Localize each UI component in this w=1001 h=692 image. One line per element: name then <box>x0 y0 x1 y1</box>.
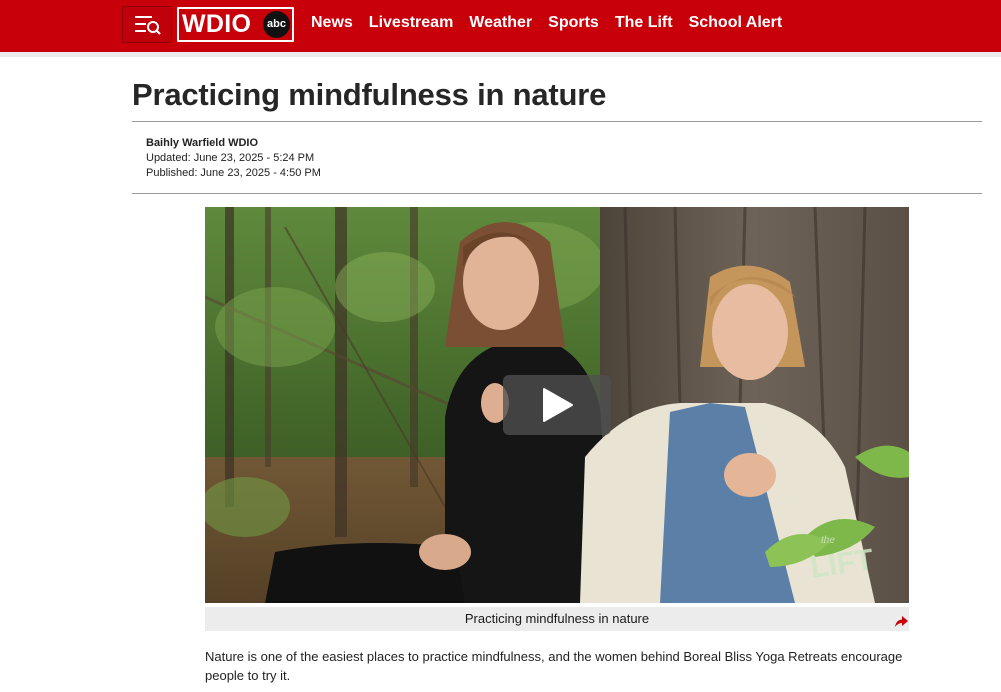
svg-text:the: the <box>821 535 835 546</box>
nav-item-the-lift[interactable]: The Lift <box>615 14 673 32</box>
updated-timestamp: Updated: June 23, 2025 - 5:24 PM <box>146 152 315 164</box>
play-button[interactable] <box>503 375 611 435</box>
author-name: Baihly Warfield WDIO <box>146 137 259 149</box>
divider <box>132 121 982 122</box>
abc-logo-icon: abc <box>263 11 290 38</box>
article-body: Nature is one of the easiest places to p… <box>205 649 903 683</box>
wdio-logo[interactable]: WDIO abc <box>177 7 294 42</box>
video-caption-bar: Practicing mindfulness in nature <box>205 607 909 631</box>
main-nav: News Livestream Weather Sports The Lift … <box>311 0 798 46</box>
divider <box>132 193 982 194</box>
site-header: WDIO abc News Livestream Weather Sports … <box>0 0 1001 52</box>
video-caption: Practicing mindfulness in nature <box>464 611 650 626</box>
menu-search-icon <box>135 16 161 35</box>
menu-search-button[interactable] <box>122 6 172 43</box>
video-player[interactable]: LIFT the <box>205 207 909 603</box>
published-timestamp: Published: June 23, 2025 - 4:50 PM <box>146 167 321 179</box>
nav-item-news[interactable]: News <box>311 14 353 32</box>
byline: Baihly Warfield WDIO Updated: June 23, 2… <box>146 136 321 181</box>
share-icon[interactable] <box>895 616 908 628</box>
nav-item-livestream[interactable]: Livestream <box>369 14 454 32</box>
nav-item-weather[interactable]: Weather <box>469 14 532 32</box>
header-divider <box>0 52 1001 57</box>
article-headline: Practicing mindfulness in nature <box>132 77 607 112</box>
nav-item-sports[interactable]: Sports <box>548 14 599 32</box>
logo-text: WDIO <box>182 10 252 38</box>
nav-item-school-alert[interactable]: School Alert <box>689 14 783 32</box>
play-icon <box>543 388 573 422</box>
